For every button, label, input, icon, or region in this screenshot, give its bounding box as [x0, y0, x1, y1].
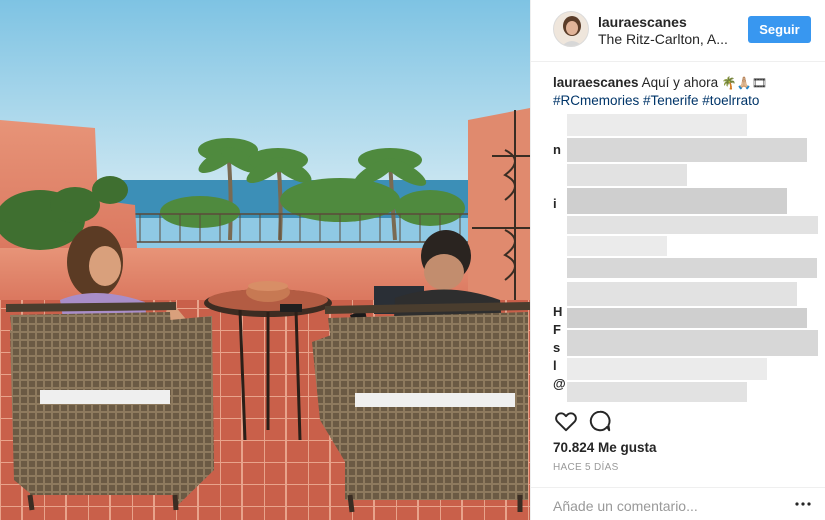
blurred-comment [567, 330, 818, 356]
avatar[interactable] [553, 11, 589, 47]
caption-username[interactable]: lauraescanes [553, 75, 639, 90]
blurred-comment [567, 282, 797, 306]
blurred-comment [567, 164, 687, 186]
blurred-comment [567, 382, 747, 402]
post-location[interactable]: The Ritz-Carlton, A... [598, 31, 738, 47]
like-count[interactable]: 70.824 Me gusta [553, 440, 657, 455]
post-actions [553, 408, 811, 436]
comment-initial: i [553, 196, 557, 211]
post-author-username[interactable]: lauraescanes [598, 14, 687, 30]
follow-button[interactable]: Seguir [748, 16, 811, 43]
blurred-comment [567, 236, 667, 256]
heart-icon[interactable] [553, 408, 579, 434]
right-wall [468, 108, 530, 310]
left-wicker-chair [5, 302, 214, 511]
add-comment-bar [531, 487, 825, 520]
comment-initial: l [553, 358, 557, 373]
ellipsis-icon[interactable] [793, 496, 813, 512]
comment-initial: s [553, 340, 561, 355]
blurred-comment [567, 188, 787, 214]
comment-initial: F [553, 322, 561, 337]
comment-initial: n [553, 142, 561, 157]
comment-input[interactable] [553, 496, 773, 516]
post-header: lauraescanes The Ritz-Carlton, A... Segu… [531, 0, 825, 62]
blurred-comment [567, 258, 817, 278]
blurred-comment [567, 358, 767, 380]
blurred-comment [567, 138, 807, 162]
comment-initial: @ [553, 376, 566, 391]
comments-list: n i H F s l @ [553, 112, 818, 402]
caption-emojis: 🌴🙏🏼🎞 [721, 76, 768, 90]
post-timestamp[interactable]: HACE 5 DÍAS [553, 462, 619, 473]
caption-hashtags[interactable]: #RCmemories #Tenerife #toelrrato [553, 93, 759, 108]
blurred-comment [567, 216, 818, 234]
speech-bubble-icon[interactable] [587, 408, 613, 434]
post-caption: lauraescanes Aquí y ahora 🌴🙏🏼🎞 #RCmemori… [553, 74, 813, 110]
blurred-comment [567, 114, 747, 136]
blurred-comment [567, 308, 807, 328]
comment-initial: H [553, 304, 563, 319]
post-side-panel: lauraescanes The Ritz-Carlton, A... Segu… [530, 0, 825, 520]
post-photo[interactable] [0, 0, 530, 520]
caption-text: Aquí y ahora [641, 75, 719, 90]
